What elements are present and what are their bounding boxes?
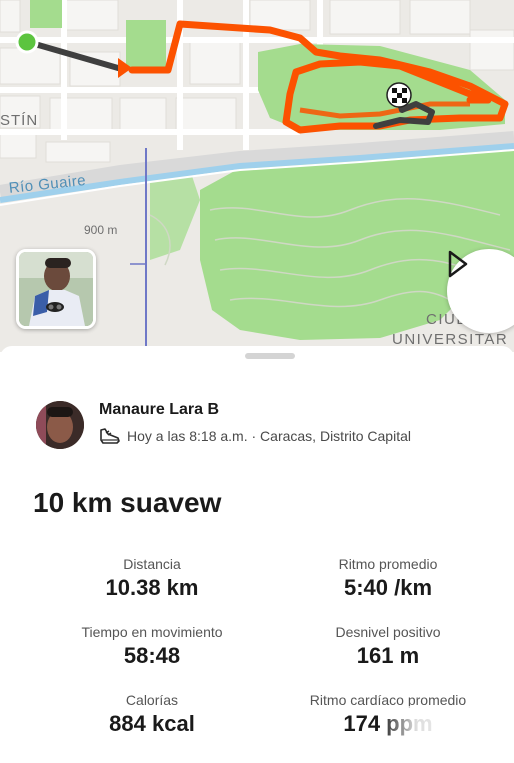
stat-calories: Calorías 884 kcal	[32, 692, 272, 737]
stat-label: Ritmo promedio	[338, 556, 438, 572]
play-icon	[448, 250, 468, 278]
route-map[interactable]: STÍN Río Guaire 900 m CIUD UNIVERSITAR	[0, 0, 514, 352]
stat-average-pace: Ritmo promedio 5:40 /km	[268, 556, 508, 601]
activity-title: 10 km suavew	[33, 487, 222, 518]
activity-photo-thumbnail[interactable]	[16, 249, 96, 329]
stat-value: 161 m	[356, 643, 420, 668]
avatar[interactable]	[36, 401, 84, 449]
stat-label: Desnivel positivo	[335, 624, 441, 640]
stat-label: Tiempo en movimiento	[81, 624, 223, 640]
activity-meta: Hoy a las 8:18 a.m. · Caracas, Distrito …	[99, 426, 411, 446]
runner-photo	[19, 252, 93, 326]
activity-date-location: Hoy a las 8:18 a.m. · Caracas, Distrito …	[127, 428, 411, 444]
stat-value: 58:48	[123, 643, 181, 668]
stat-label: Distancia	[123, 556, 181, 572]
stat-value: 884 kcal	[109, 711, 195, 736]
map-label-elevation: 900 m	[84, 223, 118, 237]
stat-distance: Distancia 10.38 km	[32, 556, 272, 601]
stat-value: 5:40 /km	[343, 575, 433, 600]
avatar-image	[36, 401, 84, 449]
shoe-icon	[99, 426, 121, 446]
athlete-name[interactable]: Manaure Lara B	[99, 401, 219, 419]
stat-label: Calorías	[125, 692, 179, 708]
activity-details-sheet: Manaure Lara B Hoy a las 8:18 a.m. · Car…	[0, 346, 514, 763]
sheet-drag-handle[interactable]	[245, 353, 295, 359]
stat-elevation-gain: Desnivel positivo 161 m	[268, 624, 508, 669]
map-label-neighborhood: STÍN	[0, 112, 39, 129]
scroll-fade	[380, 706, 440, 736]
stat-value: 10.38 km	[105, 575, 199, 600]
stat-moving-time: Tiempo en movimiento 58:48	[32, 624, 272, 669]
